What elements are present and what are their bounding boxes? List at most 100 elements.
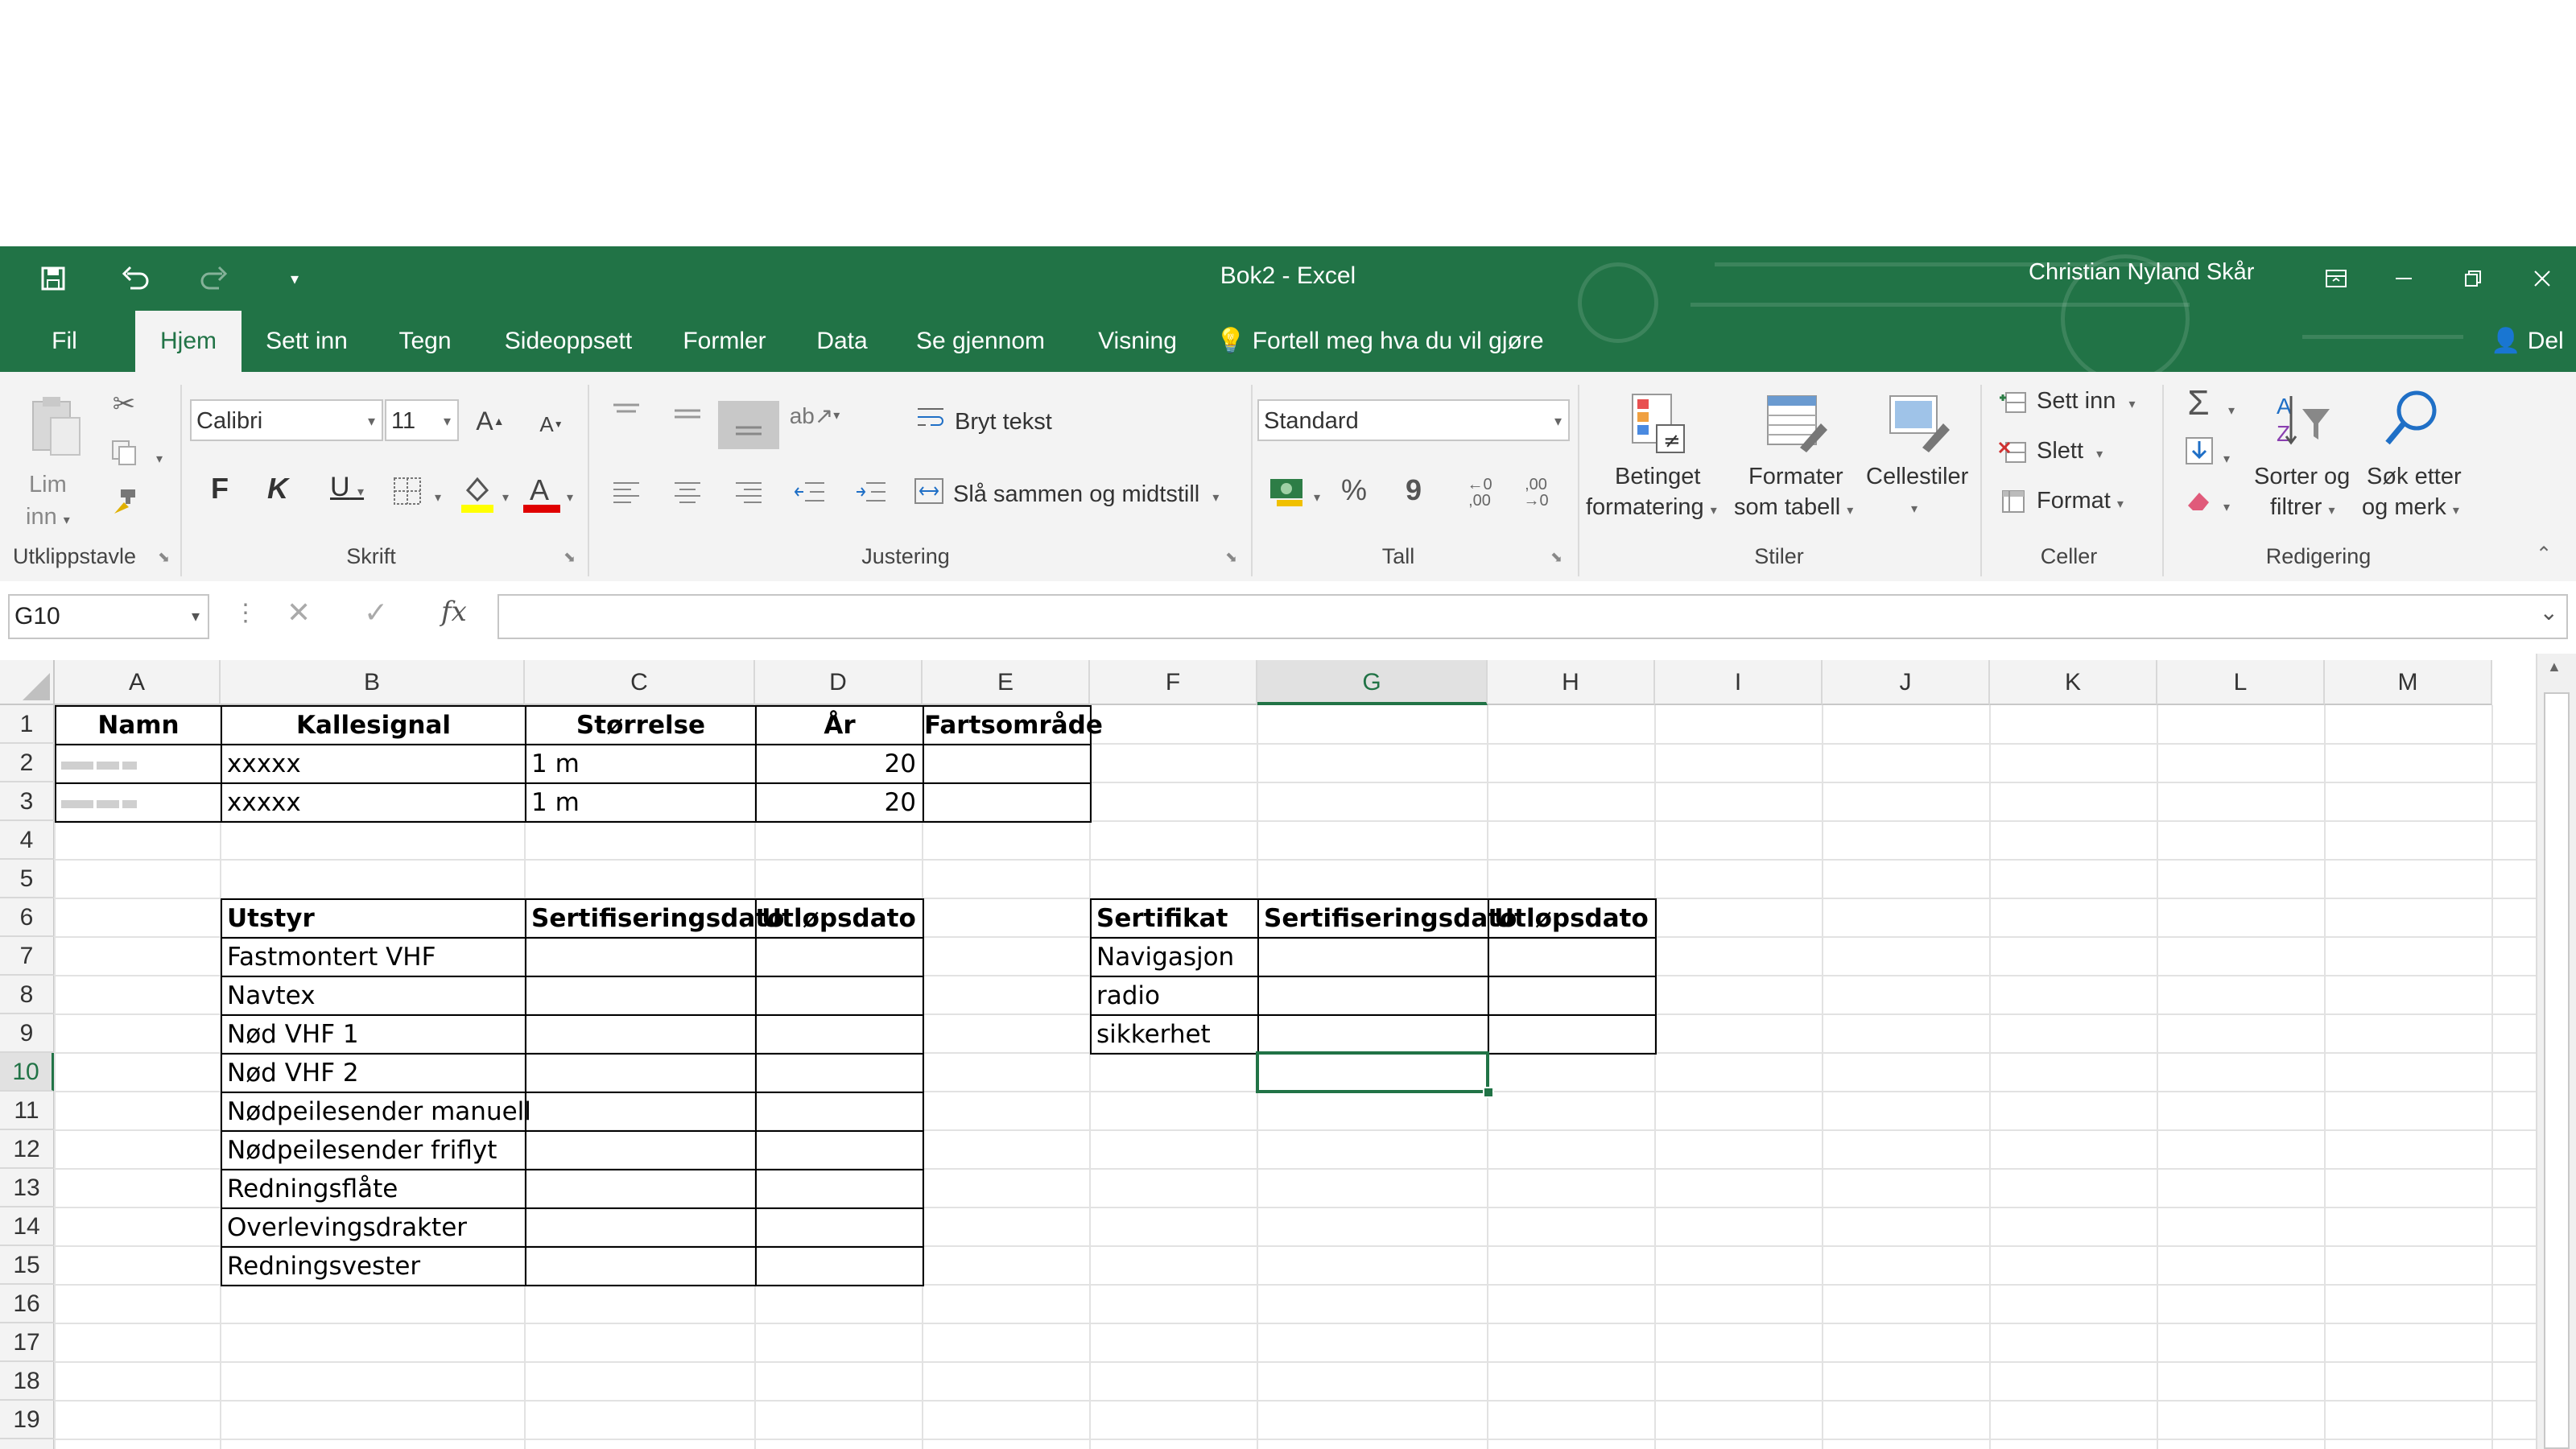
table-header-cell[interactable]: Sertifiseringsdato — [1257, 898, 1517, 939]
table-cell[interactable]: 20 — [755, 782, 924, 823]
undo-icon[interactable] — [109, 256, 161, 301]
copy-dropdown[interactable]: ▾ — [156, 443, 163, 469]
table-cell[interactable] — [1488, 937, 1657, 977]
insert-cells-button[interactable]: Sett inn ▾ — [2037, 388, 2136, 415]
sort-filter-label-1[interactable]: Sorter og — [2254, 464, 2350, 490]
align-bottom-icon[interactable] — [718, 401, 779, 449]
table-cell[interactable] — [525, 1169, 757, 1209]
minimize-icon[interactable] — [2372, 254, 2436, 303]
table-cell[interactable]: 1 m — [525, 782, 757, 823]
tab-data[interactable]: Data — [802, 311, 882, 372]
column-header-c[interactable]: C — [525, 660, 755, 705]
conditional-formatting-label-1[interactable]: Betinget — [1615, 464, 1700, 490]
table-cell[interactable]: xxxxx — [221, 744, 526, 784]
increase-indent-icon[interactable] — [850, 472, 892, 512]
column-header-f[interactable]: F — [1090, 660, 1257, 705]
column-header-j[interactable]: J — [1823, 660, 1990, 705]
restore-icon[interactable] — [2441, 254, 2505, 303]
column-header-m[interactable]: M — [2325, 660, 2492, 705]
table-cell[interactable]: Nød VHF 1 — [221, 1014, 526, 1055]
increase-decimal-icon[interactable]: ←0,00 — [1457, 469, 1502, 517]
cell-styles-icon[interactable] — [1885, 390, 1953, 457]
table-cell[interactable] — [525, 1092, 757, 1132]
row-header-11[interactable]: 11 — [0, 1092, 55, 1130]
tab-file[interactable]: Fil — [32, 311, 97, 372]
align-left-icon[interactable] — [605, 472, 647, 512]
column-header-i[interactable]: I — [1655, 660, 1823, 705]
row-header-18[interactable]: 18 — [0, 1362, 55, 1401]
redacted-name-cell[interactable] — [55, 744, 222, 784]
row-header-2[interactable]: 2 — [0, 744, 55, 782]
format-as-table-label-2[interactable]: som tabell ▾ — [1734, 494, 1853, 521]
row-header-8[interactable]: 8 — [0, 976, 55, 1014]
table-cell[interactable] — [755, 1092, 924, 1132]
row-header-5[interactable]: 5 — [0, 860, 55, 898]
row-header-6[interactable]: 6 — [0, 898, 55, 937]
row-header-4[interactable]: 4 — [0, 821, 55, 860]
find-select-label-2[interactable]: og merk ▾ — [2362, 494, 2459, 521]
insert-cells-icon[interactable] — [1996, 386, 2029, 419]
align-top-icon[interactable] — [605, 393, 647, 435]
row-header-7[interactable]: 7 — [0, 937, 55, 976]
table-cell[interactable] — [755, 1014, 924, 1055]
close-icon[interactable] — [2510, 254, 2574, 303]
cancel-entry-icon[interactable]: ✕ — [287, 596, 311, 630]
table-cell[interactable] — [755, 1246, 924, 1286]
sort-filter-label-2[interactable]: filtrer ▾ — [2270, 494, 2335, 521]
decrease-font-icon[interactable]: A ▼ — [531, 404, 572, 444]
vertical-scroll-thumb[interactable] — [2544, 692, 2570, 1449]
cut-icon[interactable]: ✂ — [105, 385, 143, 423]
currency-icon[interactable] — [1265, 472, 1314, 512]
clear-dropdown[interactable]: ▾ — [2223, 491, 2230, 518]
format-cells-icon[interactable] — [1996, 485, 2029, 517]
save-icon[interactable] — [27, 256, 79, 301]
table-cell[interactable]: Nødpeilesender manuell — [221, 1092, 531, 1132]
formula-input[interactable]: ⌄ — [497, 594, 2568, 639]
column-header-e[interactable]: E — [923, 660, 1090, 705]
align-middle-icon[interactable] — [667, 393, 708, 435]
format-painter-icon[interactable] — [105, 481, 143, 520]
table-cell[interactable] — [755, 1169, 924, 1209]
table-cell[interactable] — [525, 1246, 757, 1286]
tab-home[interactable]: Hjem — [135, 311, 242, 372]
table-cell[interactable]: Nød VHF 2 — [221, 1053, 526, 1093]
table-cell[interactable]: Navigasjon — [1090, 937, 1259, 977]
table-cell[interactable] — [923, 744, 1092, 784]
fill-color-dropdown[interactable]: ▾ — [502, 481, 509, 508]
format-as-table-label-1[interactable]: Formater — [1748, 464, 1843, 490]
delete-cells-icon[interactable] — [1996, 436, 2029, 469]
worksheet-grid[interactable]: ABCDEFGHIJKLM 1 2 3 4 5 6 7 8 9 10 11 12 13 14 15 16 17 1… — [0, 654, 2576, 1449]
table-cell[interactable] — [755, 976, 924, 1016]
tab-page-layout[interactable]: Sideoppsett — [489, 311, 647, 372]
row-header-10[interactable]: 10 — [0, 1053, 55, 1092]
table-header-cell[interactable]: År — [755, 705, 924, 745]
paste-icon[interactable] — [24, 390, 89, 462]
row-header-12[interactable]: 12 — [0, 1130, 55, 1169]
conditional-formatting-label-2[interactable]: formatering ▾ — [1586, 494, 1717, 521]
table-cell[interactable] — [923, 782, 1092, 823]
table-cell[interactable]: Redningsvester — [221, 1246, 526, 1286]
table-cell[interactable] — [755, 1053, 924, 1093]
font-color-icon[interactable]: A — [520, 469, 564, 517]
user-name[interactable]: Christian Nyland Skår — [2029, 259, 2254, 286]
table-cell[interactable] — [525, 1014, 757, 1055]
table-cell[interactable]: Overlevingsdrakter — [221, 1208, 526, 1248]
table-cell[interactable]: Navtex — [221, 976, 526, 1016]
row-header-14[interactable]: 14 — [0, 1208, 55, 1246]
row-header-16[interactable]: 16 — [0, 1285, 55, 1323]
scroll-up-icon[interactable]: ▲ — [2547, 658, 2562, 675]
wrap-text-button[interactable]: Bryt tekst — [955, 409, 1052, 436]
fill-color-icon[interactable] — [457, 469, 497, 517]
fill-icon[interactable] — [2182, 433, 2217, 469]
insert-function-icon[interactable]: fx — [441, 596, 467, 628]
table-cell[interactable] — [525, 976, 757, 1016]
delete-cells-button[interactable]: Slett ▾ — [2037, 438, 2103, 464]
copy-icon[interactable] — [105, 433, 143, 472]
table-cell[interactable]: 20 — [755, 744, 924, 784]
autosum-icon[interactable]: Σ — [2178, 383, 2219, 423]
percent-button[interactable]: % — [1341, 473, 1367, 507]
clipboard-launcher-icon[interactable]: ⬊ — [158, 549, 170, 566]
column-header-l[interactable]: L — [2157, 660, 2325, 705]
column-header-b[interactable]: B — [221, 660, 525, 705]
table-header-cell[interactable]: Utløpsdato — [1488, 898, 1657, 939]
